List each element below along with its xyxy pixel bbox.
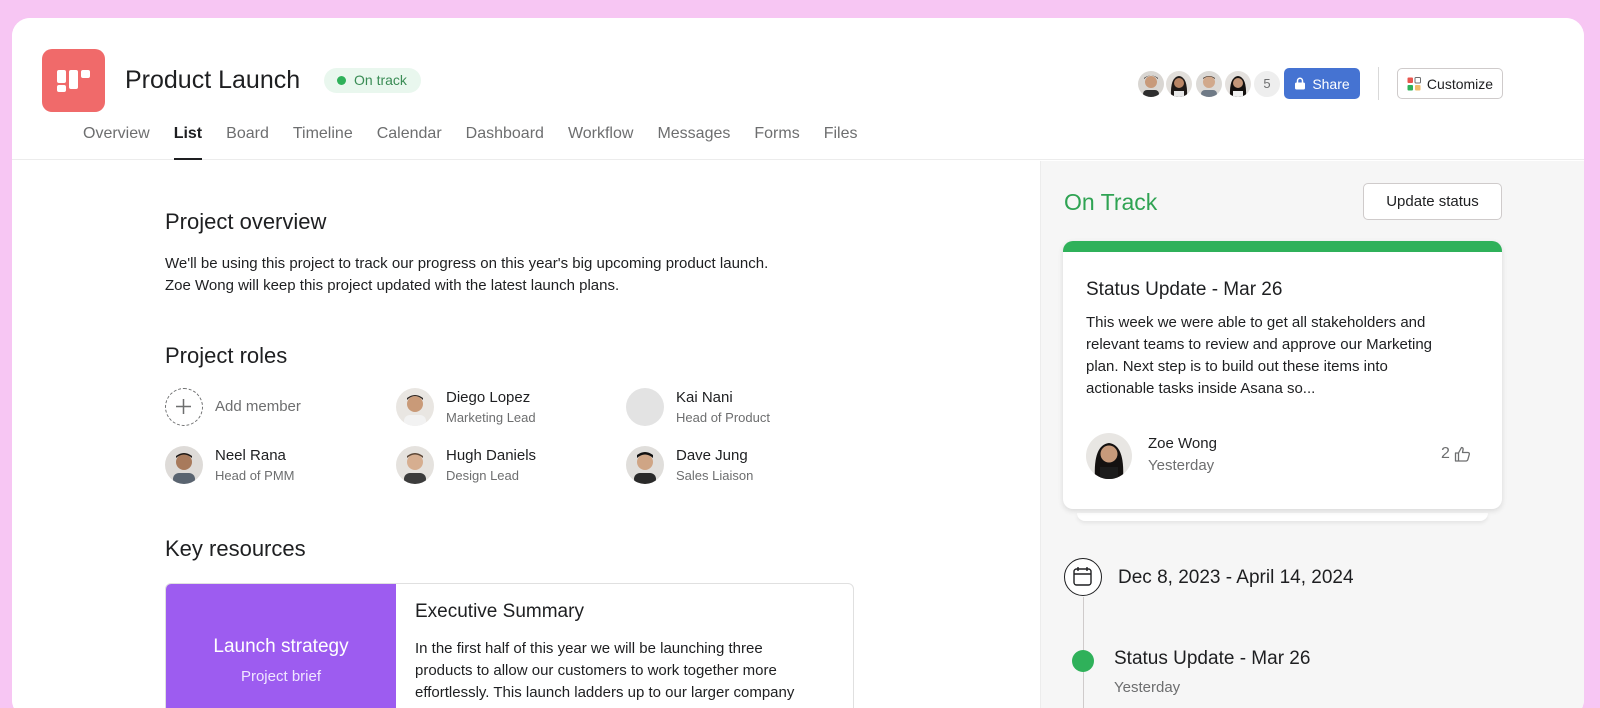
status-author[interactable]: Zoe Wong bbox=[1148, 435, 1217, 452]
resource-title[interactable]: Executive Summary bbox=[415, 601, 584, 623]
resource-thumb-title: Launch strategy bbox=[213, 636, 349, 657]
like-button[interactable]: 2 bbox=[1441, 445, 1471, 463]
tab-workflow[interactable]: Workflow bbox=[568, 122, 634, 160]
timeline-status-dot-icon bbox=[1072, 650, 1094, 672]
status-card-line: relevant teams to review and approve our… bbox=[1086, 336, 1433, 353]
member-role: Design Lead bbox=[446, 468, 519, 483]
app-window: Product Launch On track 5 Share Customiz… bbox=[12, 18, 1584, 708]
tab-list[interactable]: List bbox=[173, 122, 203, 160]
member-name: Dave Jung bbox=[676, 447, 748, 464]
member-name: Kai Nani bbox=[676, 389, 733, 406]
status-update-card[interactable]: Status Update - Mar 26 This week we were… bbox=[1063, 241, 1502, 509]
project-description[interactable]: We'll be using this project to track our… bbox=[165, 253, 865, 297]
tab-calendar[interactable]: Calendar bbox=[377, 122, 442, 160]
customize-grid-icon bbox=[1407, 76, 1421, 90]
project-tabs: Overview List Board Timeline Calendar Da… bbox=[83, 122, 881, 160]
add-member-label: Add member bbox=[215, 398, 301, 415]
status-card-line: plan. Next step is to build out these it… bbox=[1086, 358, 1388, 375]
resource-body-line: effortlessly. This launch ladders up to … bbox=[415, 684, 795, 701]
status-card-title: Status Update - Mar 26 bbox=[1086, 279, 1283, 300]
status-badge[interactable]: On track bbox=[324, 68, 421, 93]
add-member-plus-icon bbox=[165, 388, 203, 426]
overview-main: Project overview We'll be using this pro… bbox=[12, 161, 1040, 708]
avatar bbox=[626, 388, 664, 426]
project-date-range[interactable]: Dec 8, 2023 - April 14, 2024 bbox=[1118, 567, 1354, 589]
avatar bbox=[396, 446, 434, 484]
avatar bbox=[165, 446, 203, 484]
resource-body-line: In the first half of this year we will b… bbox=[415, 640, 763, 657]
status-dot-icon bbox=[337, 76, 346, 85]
description-line: Zoe Wong will keep this project updated … bbox=[165, 277, 620, 294]
timeline-status-time: Yesterday bbox=[1114, 679, 1181, 696]
member-role: Head of Product bbox=[676, 410, 770, 425]
tab-timeline[interactable]: Timeline bbox=[293, 122, 353, 160]
resource-thumbnail[interactable]: Launch strategy Project brief bbox=[166, 584, 396, 708]
share-button-label: Share bbox=[1312, 75, 1350, 92]
status-badge-label: On track bbox=[354, 72, 407, 88]
overview-heading: Project overview bbox=[165, 209, 327, 234]
roles-heading: Project roles bbox=[165, 343, 288, 368]
resources-heading: Key resources bbox=[165, 536, 306, 561]
calendar-icon bbox=[1064, 558, 1102, 596]
member-role: Head of PMM bbox=[215, 468, 295, 483]
member-role: Marketing Lead bbox=[446, 410, 536, 425]
resource-body-line: products to allow our customers to work … bbox=[415, 662, 777, 679]
resource-card[interactable]: Launch strategy Project brief Executive … bbox=[165, 583, 854, 708]
avatar[interactable] bbox=[1223, 69, 1253, 99]
resource-thumb-subtitle: Project brief bbox=[240, 668, 322, 685]
status-heading: On Track bbox=[1064, 189, 1158, 215]
tab-overview[interactable]: Overview bbox=[83, 122, 150, 160]
tab-messages[interactable]: Messages bbox=[657, 122, 730, 160]
avatar[interactable] bbox=[1194, 69, 1224, 99]
description-line: We'll be using this project to track our… bbox=[165, 255, 769, 272]
member-name: Hugh Daniels bbox=[446, 447, 537, 464]
tab-forms[interactable]: Forms bbox=[754, 122, 799, 160]
member-name: Diego Lopez bbox=[446, 389, 531, 406]
lock-icon bbox=[1295, 77, 1306, 90]
status-card-line: This week we were able to get all stakeh… bbox=[1086, 314, 1426, 331]
share-button[interactable]: Share bbox=[1284, 68, 1360, 99]
avatar[interactable] bbox=[1164, 69, 1194, 99]
project-title[interactable]: Product Launch bbox=[125, 66, 300, 95]
customize-button[interactable]: Customize bbox=[1397, 68, 1503, 99]
update-status-button[interactable]: Update status bbox=[1363, 183, 1502, 220]
tab-board[interactable]: Board bbox=[226, 122, 269, 160]
member-count[interactable]: 5 bbox=[1252, 69, 1282, 99]
project-logo-icon bbox=[42, 49, 105, 112]
member-role: Sales Liaison bbox=[676, 468, 754, 483]
like-count: 2 bbox=[1441, 445, 1450, 462]
customize-button-label: Customize bbox=[1426, 75, 1494, 92]
avatar bbox=[396, 388, 434, 426]
header-divider bbox=[1378, 67, 1379, 100]
status-side-panel: On Track Update status Status Update - M… bbox=[1040, 161, 1584, 708]
thumbs-up-icon bbox=[1454, 446, 1470, 462]
status-time: Yesterday bbox=[1148, 457, 1215, 474]
member-name: Neel Rana bbox=[215, 447, 286, 464]
status-card-body: This week we were able to get all stakeh… bbox=[1086, 312, 1486, 400]
avatar bbox=[626, 446, 664, 484]
avatar[interactable] bbox=[1086, 433, 1132, 479]
tab-files[interactable]: Files bbox=[824, 122, 858, 160]
avatar[interactable] bbox=[1136, 69, 1166, 99]
project-header: Product Launch On track 5 Share Customiz… bbox=[12, 18, 1584, 160]
tab-dashboard[interactable]: Dashboard bbox=[466, 122, 544, 160]
card-stack-shadow bbox=[1077, 513, 1488, 521]
timeline-status-title[interactable]: Status Update - Mar 26 bbox=[1114, 648, 1310, 670]
resource-body: In the first half of this year we will b… bbox=[415, 638, 840, 704]
status-card-line: actionable tasks inside Asana so... bbox=[1086, 380, 1316, 397]
